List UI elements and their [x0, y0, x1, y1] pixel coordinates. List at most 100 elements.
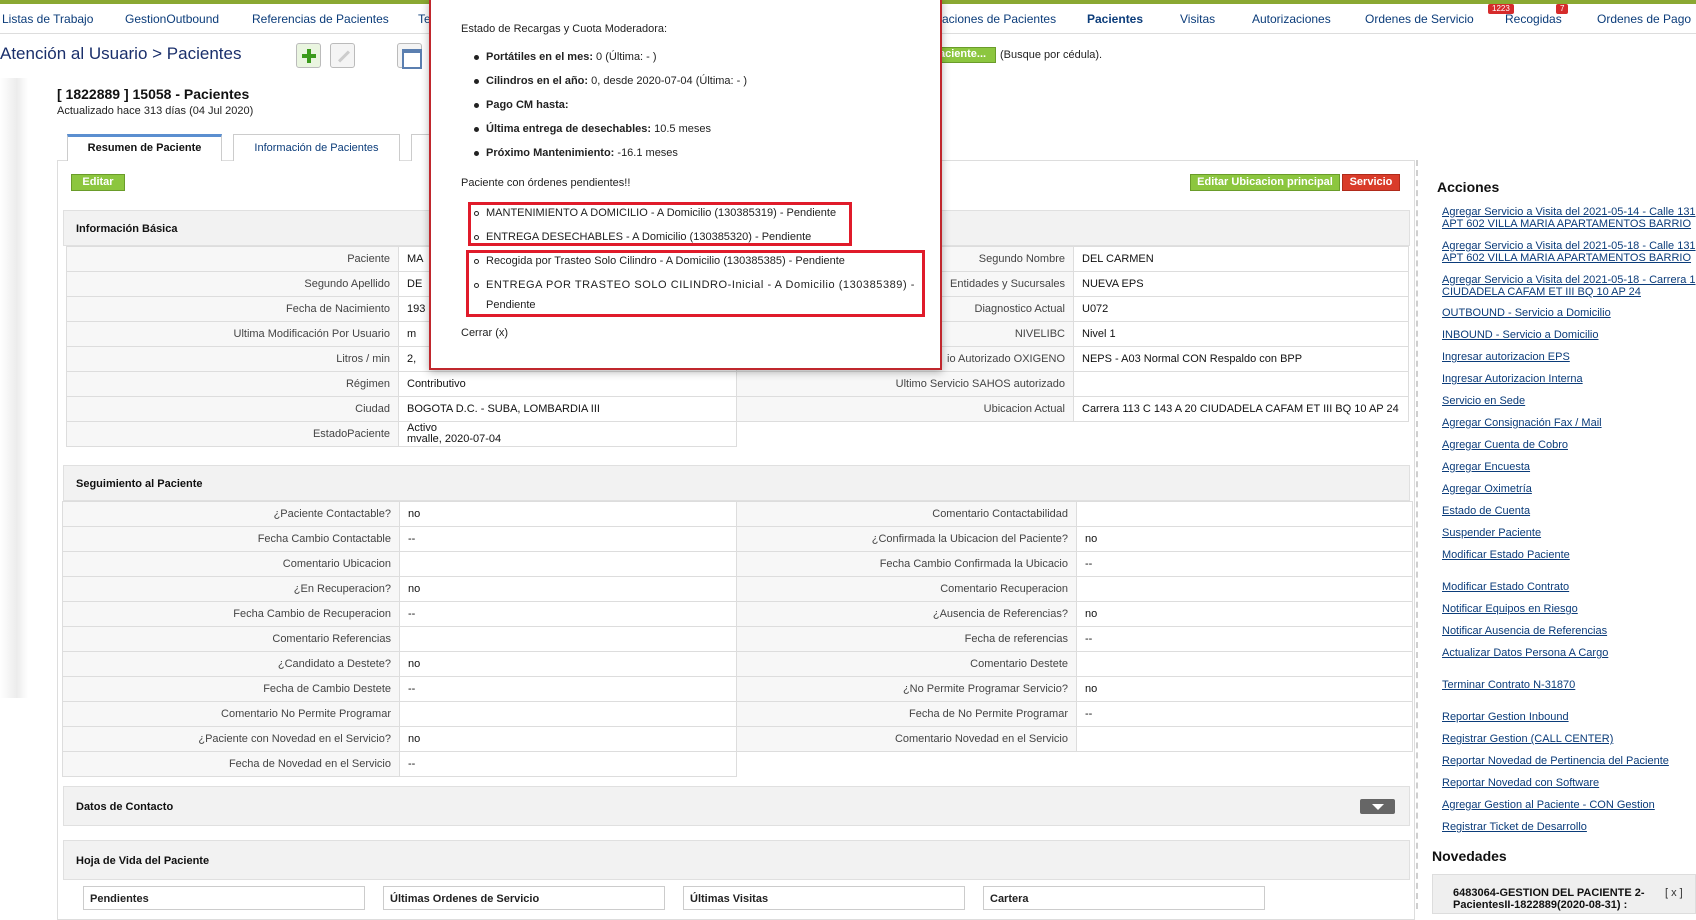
nav-ordenes-de-pago[interactable]: Ordenes de Pago	[1597, 12, 1691, 26]
field-label: Comentario Contactabilidad	[736, 501, 1077, 527]
action-link[interactable]: Agregar Servicio a Visita del 2021-05-14…	[1442, 206, 1696, 218]
table-row: ¿No Permite Programar Servicio? no	[736, 676, 1413, 702]
action-link[interactable]: Estado de Cuenta	[1442, 505, 1530, 517]
action-link[interactable]: Agregar Servicio a Visita del 2021-05-18…	[1442, 240, 1696, 252]
field-label: Segundo Apellido	[66, 271, 399, 297]
action-link[interactable]: Agregar Oximetría	[1442, 483, 1532, 495]
field-label: Fecha de Nacimiento	[66, 296, 399, 322]
action-link[interactable]: CIUDADELA CAFAM ET III BQ 10 AP 24	[1442, 286, 1641, 298]
action-link[interactable]: Agregar Cuenta de Cobro	[1442, 439, 1568, 451]
service-button[interactable]: Servicio	[1342, 174, 1400, 191]
edit-icon[interactable]	[330, 43, 355, 68]
action-link[interactable]: INBOUND - Servicio a Domicilio	[1442, 329, 1598, 341]
field-label: ¿Paciente con Novedad en el Servicio?	[62, 726, 400, 752]
seguimiento-right-table: Comentario Contactabilidad ¿Confirmada l…	[736, 501, 1413, 752]
field-value: DEL CARMEN	[1073, 246, 1409, 272]
field-value: --	[399, 676, 737, 702]
modal-item-label: Pago CM hasta:	[486, 99, 569, 111]
action-link[interactable]: Terminar Contrato N-31870	[1442, 679, 1575, 691]
action-link[interactable]: Agregar Consignación Fax / Mail	[1442, 417, 1602, 429]
table-row: Comentario Referencias	[62, 626, 737, 652]
modal-item-value: 0, desde 2020-07-04 (Última: - )	[588, 75, 748, 87]
table-row: Fecha Cambio de Recuperacion --	[62, 601, 737, 627]
page-title: [ 1822889 ] 15058 - Pacientes	[57, 86, 250, 102]
pending-order-link[interactable]: MANTENIMIENTO A DOMICILIO - A Domicilio …	[486, 207, 836, 219]
nav-gestion-outbound[interactable]: GestionOutbound	[125, 12, 219, 26]
action-link[interactable]: Reportar Novedad con Software	[1442, 777, 1599, 789]
action-link[interactable]: APT 602 VILLA MARIA APARTAMENTOS BARRIO	[1442, 218, 1691, 230]
nav-listas-de-trabajo[interactable]: Listas de Trabajo	[2, 12, 93, 26]
action-link[interactable]: Suspender Paciente	[1442, 527, 1541, 539]
action-link[interactable]: Reportar Novedad de Pertinencia del Paci…	[1442, 755, 1669, 767]
contacto-header[interactable]: Datos de Contacto	[63, 786, 1410, 826]
modal-item: Próximo Mantenimiento: -16.1 meses	[486, 147, 678, 159]
field-value: U072	[1073, 296, 1409, 322]
table-row: Ubicacion Actual Carrera 113 C 143 A 20 C…	[736, 396, 1409, 422]
pending-order-link[interactable]: Recogida por Trasteo Solo Cilindro - A D…	[486, 255, 845, 267]
modal-item-label: Última entrega de desechables:	[486, 123, 652, 135]
action-link[interactable]: Servicio en Sede	[1442, 395, 1525, 407]
action-link[interactable]: Notificar Equipos en Riesgo	[1442, 603, 1578, 615]
action-link[interactable]: Registrar Gestion (CALL CENTER)	[1442, 733, 1613, 745]
pending-order-link[interactable]: ENTREGA DESECHABLES - A Domicilio (13038…	[486, 231, 811, 243]
action-link[interactable]: Ingresar Autorizacion Interna	[1442, 373, 1583, 385]
novedad-close-button[interactable]: [ x ]	[1665, 887, 1683, 899]
calendar-icon[interactable]	[397, 43, 422, 69]
chevron-down-icon[interactable]	[1360, 799, 1395, 814]
action-link[interactable]: OUTBOUND - Servicio a Domicilio	[1442, 307, 1611, 319]
add-icon[interactable]	[296, 43, 321, 68]
action-link[interactable]: Actualizar Datos Persona A Cargo	[1442, 647, 1608, 659]
action-link[interactable]: Modificar Estado Paciente	[1442, 549, 1570, 561]
nav-pacientes[interactable]: Pacientes	[1087, 12, 1143, 26]
action-link[interactable]: APT 602 VILLA MARIA APARTAMENTOS BARRIO	[1442, 252, 1691, 264]
novedad-text[interactable]: 6483064-GESTION DEL PACIENTE 2-Pacientes…	[1453, 887, 1653, 911]
action-link[interactable]: Modificar Estado Contrato	[1442, 581, 1569, 593]
updated-subtitle: Actualizado hace 313 días (04 Jul 2020)	[57, 105, 254, 117]
field-label: Fecha Cambio Confirmada la Ubicacio	[736, 551, 1077, 577]
nav-autorizaciones[interactable]: Autorizaciones	[1252, 12, 1331, 26]
field-value: BOGOTA D.C. - SUBA, LOMBARDIA III	[398, 396, 737, 422]
field-value: Nivel 1	[1073, 321, 1409, 347]
action-link[interactable]: Ingresar autorizacion EPS	[1442, 351, 1570, 363]
nav-ordenes-de-servicio[interactable]: Ordenes de Servicio	[1365, 12, 1474, 26]
field-label: Comentario Ubicacion	[62, 551, 400, 577]
action-link[interactable]: Registrar Ticket de Desarrollo	[1442, 821, 1587, 833]
nav-visitas[interactable]: Visitas	[1180, 12, 1215, 26]
field-label: Ciudad	[66, 396, 399, 422]
field-label: ¿No Permite Programar Servicio?	[736, 676, 1077, 702]
field-value: --	[1076, 626, 1413, 652]
table-row: Fecha de No Permite Programar --	[736, 701, 1413, 727]
bullet-icon	[474, 79, 479, 84]
field-value: NUEVA EPS	[1073, 271, 1409, 297]
bullet-icon	[474, 151, 479, 156]
field-label: Comentario Novedad en el Servicio	[736, 726, 1077, 752]
edit-button[interactable]: Editar	[71, 174, 125, 191]
field-label: ¿Ausencia de Referencias?	[736, 601, 1077, 627]
edit-location-button[interactable]: Editar Ubicacion principal	[1190, 174, 1340, 191]
nav-acciones-de-pacientes[interactable]: aciones de Pacientes	[942, 12, 1056, 26]
action-link[interactable]: Notificar Ausencia de Referencias	[1442, 625, 1607, 637]
modal-item-value: -16.1 meses	[614, 147, 678, 159]
nav-recogidas[interactable]: Recogidas	[1505, 12, 1562, 26]
nav-referencias-de-pacientes[interactable]: Referencias de Pacientes	[252, 12, 389, 26]
page-shadow	[0, 78, 28, 698]
tab-resumen-de-paciente[interactable]: Resumen de Paciente	[67, 134, 222, 161]
table-row: Régimen Contributivo	[66, 371, 737, 397]
modal-item-label: Cilindros en el año:	[486, 75, 589, 87]
action-link[interactable]: Reportar Gestion Inbound	[1442, 711, 1569, 723]
action-link[interactable]: Agregar Encuesta	[1442, 461, 1530, 473]
field-label: Ubicacion Actual	[736, 396, 1074, 422]
field-value	[1076, 501, 1413, 527]
pending-order-link[interactable]: ENTREGA POR TRASTEO SOLO CILINDRO-Inicia…	[486, 279, 915, 291]
bullet-icon	[474, 55, 479, 60]
table-row: Comentario Ubicacion	[62, 551, 737, 577]
action-link[interactable]: Agregar Servicio a Visita del 2021-05-18…	[1442, 274, 1696, 286]
modal-close-link[interactable]: Cerrar (x)	[461, 327, 508, 339]
field-label: Fecha de referencias	[736, 626, 1077, 652]
bullet-icon	[474, 103, 479, 108]
action-link[interactable]: Agregar Gestion al Paciente - CON Gestio…	[1442, 799, 1655, 811]
pending-order-link-continued[interactable]: Pendiente	[486, 299, 536, 311]
search-patient-button[interactable]: aciente...	[934, 47, 996, 63]
field-value: --	[1076, 701, 1413, 727]
tab-informacion-de-pacientes[interactable]: Información de Pacientes	[233, 134, 400, 161]
